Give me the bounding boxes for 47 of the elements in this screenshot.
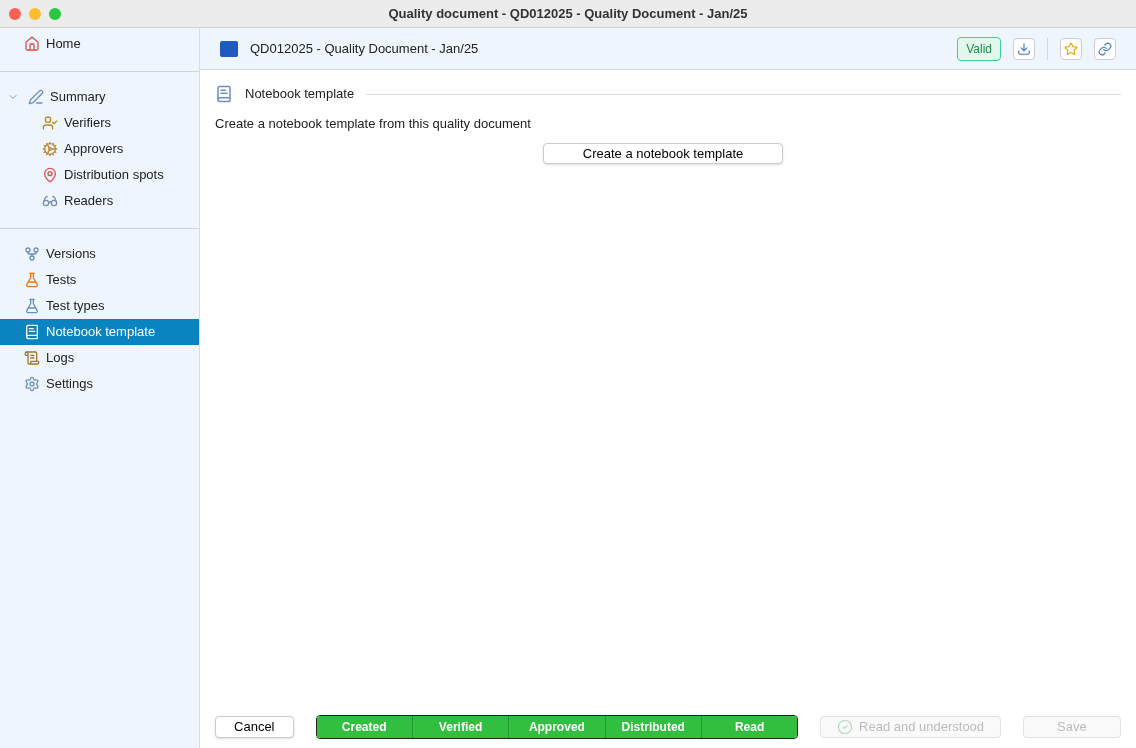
- download-icon: [1017, 41, 1031, 56]
- workflow-stage: Verified: [412, 716, 510, 738]
- download-button[interactable]: [1013, 37, 1035, 60]
- map-pin-icon: [42, 167, 58, 183]
- book-icon: [24, 324, 40, 340]
- workflow-stage: Read: [701, 716, 798, 738]
- sidebar-item[interactable]: Settings: [0, 371, 199, 397]
- log-icon: [24, 350, 40, 366]
- cancel-button[interactable]: Cancel: [215, 716, 294, 738]
- workflow-stage: Approved: [509, 716, 606, 738]
- section-description: Create a notebook template from this quality document: [215, 115, 532, 133]
- settings-icon: [24, 376, 40, 392]
- favorite-button[interactable]: [1060, 37, 1082, 60]
- book-icon: [215, 84, 233, 104]
- flask-icon: [24, 272, 40, 288]
- sidebar-item[interactable]: Approvers: [0, 136, 199, 162]
- star-icon: [1064, 41, 1078, 56]
- sidebar-item[interactable]: Test types: [0, 293, 199, 319]
- person-check-icon: [42, 115, 58, 131]
- sidebar-item[interactable]: Home: [0, 31, 199, 57]
- sidebar-item[interactable]: Notebook template: [0, 319, 199, 345]
- workflow-stage: Distributed: [605, 716, 702, 738]
- workflow-stage: Created: [316, 716, 413, 738]
- create-template-button[interactable]: Create a notebook template: [543, 142, 783, 164]
- document-title: QD012025 - Quality Document - Jan/25: [250, 39, 480, 58]
- check-circle-icon: [837, 719, 854, 735]
- sidebar-item[interactable]: Readers: [0, 188, 199, 214]
- sidebar-item[interactable]: Tests: [0, 267, 199, 293]
- branch-icon: [24, 246, 40, 262]
- gear-badge-icon: [42, 141, 58, 157]
- flask-icon: [24, 298, 40, 314]
- status-badge: Valid: [957, 36, 1001, 61]
- glasses-icon: [42, 193, 58, 209]
- section-title: Notebook template: [245, 85, 355, 104]
- close-icon[interactable]: [9, 7, 21, 20]
- sidebar-item[interactable]: Summary: [0, 84, 199, 110]
- link-icon: [1098, 41, 1112, 56]
- sidebar-item[interactable]: Distribution spots: [0, 162, 199, 188]
- sidebar-item[interactable]: Logs: [0, 345, 199, 371]
- maximize-icon[interactable]: [49, 7, 61, 20]
- pen-icon: [28, 89, 44, 105]
- house-icon: [24, 36, 40, 52]
- sidebar-item[interactable]: Verifiers: [0, 110, 199, 136]
- link-button[interactable]: [1094, 37, 1116, 60]
- minimize-icon[interactable]: [29, 7, 41, 20]
- sidebar-item[interactable]: Versions: [0, 241, 199, 267]
- window-title: Quality document - QD012025 - Quality Document - Jan/25: [388, 4, 748, 23]
